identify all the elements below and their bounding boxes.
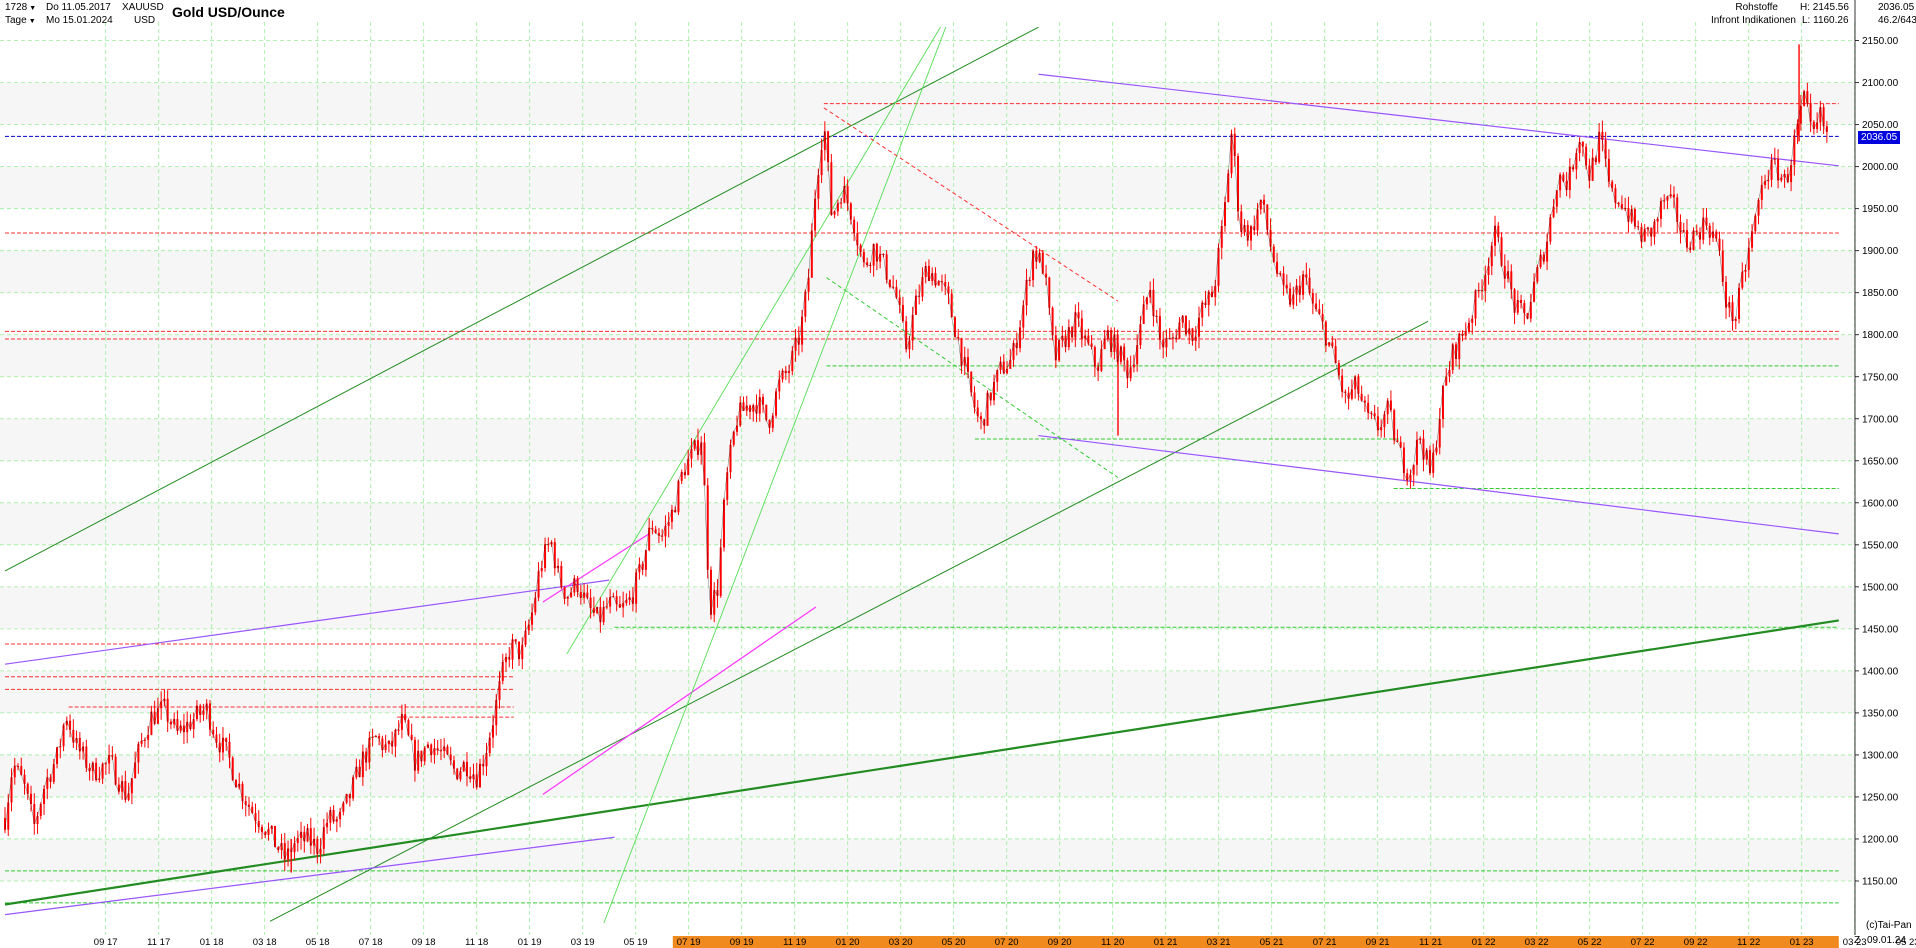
x-tick-label: 01 20 — [836, 937, 860, 948]
x-tick-label: 07 22 — [1631, 937, 1655, 948]
x-tick-label: 11 18 — [465, 937, 488, 948]
x-tick-label: 01 23 — [1790, 937, 1814, 948]
y-tick-label: 1650.00 — [1862, 456, 1899, 467]
y-tick-label: 1850.00 — [1862, 288, 1899, 299]
x-tick-label: 11 21 — [1419, 937, 1442, 948]
y-tick-label: 1450.00 — [1862, 624, 1899, 635]
y-tick-label: 2150.00 — [1862, 36, 1899, 47]
band-shade — [0, 334, 1855, 377]
chart-end-date: 09.01.24 — [1867, 935, 1906, 946]
period-selector[interactable]: Tage ▼ — [5, 15, 39, 28]
band-shade — [0, 586, 1855, 629]
y-tick-label: 2100.00 — [1862, 78, 1899, 89]
x-tick-label: 11 17 — [147, 937, 170, 948]
y-tick-label: 1950.00 — [1862, 204, 1899, 215]
candle-body — [1415, 439, 1418, 465]
price-chart[interactable]: 1150.00 1200.00 1250.00 1300.00 1350.00 1400.… — [0, 0, 1916, 948]
band-shade — [0, 502, 1855, 545]
x-tick-label: 09 21 — [1366, 937, 1390, 948]
y-tick-label: 2050.00 — [1862, 120, 1899, 131]
dropdown-caret-icon: ▼ — [28, 18, 36, 25]
bars-count: 1728 — [5, 2, 28, 13]
high-value: H: 2145.56 — [1800, 2, 1849, 13]
x-axis: 09 17 11 17 01 18 03 18 05 18 07 18 09 18 11 18… — [0, 936, 1916, 948]
band-shade — [0, 838, 1855, 881]
band-shade — [0, 250, 1855, 293]
bars-count-selector[interactable]: 1728 ▼ — [5, 2, 39, 15]
x-tick-label: 05 19 — [624, 937, 648, 948]
x-tick-label: 11 20 — [1101, 937, 1124, 948]
candle-body — [830, 162, 833, 215]
date-from: Do 11.05.2017 — [46, 2, 111, 13]
x-tick-label: 09 17 — [94, 937, 118, 948]
x-tick-label: 07 18 — [359, 937, 383, 948]
x-tick-label: 05 18 — [306, 937, 330, 948]
x-tick-label: 03 19 — [571, 937, 595, 948]
last-price-badge: 2036.05 — [1858, 131, 1901, 144]
y-tick-label: 1500.00 — [1862, 582, 1899, 593]
candle-body — [1025, 280, 1028, 306]
candle-body — [1220, 226, 1223, 248]
data-source: Infront Indikationen — [1710, 15, 1796, 26]
zoom-marker[interactable]: Z — [1854, 935, 1860, 947]
x-tick-label: 01 19 — [518, 937, 542, 948]
y-tick-label: 1600.00 — [1862, 498, 1899, 509]
x-tick-label: 09 22 — [1684, 937, 1708, 948]
x-tick-label: 11 19 — [783, 937, 806, 948]
y-tick-label: 2000.00 — [1862, 162, 1899, 173]
copyright: (c)Tai-Pan — [1866, 920, 1912, 931]
low-value: L: 1160.26 — [1802, 15, 1849, 26]
x-tick-label: 01 18 — [200, 937, 224, 948]
x-tick-label: 07 21 — [1313, 937, 1337, 948]
dropdown-caret-icon: ▼ — [29, 5, 37, 12]
symbol: XAUUSD — [122, 2, 164, 13]
x-tick-label: 05 22 — [1578, 937, 1602, 948]
y-tick-label: 1800.00 — [1862, 330, 1899, 341]
band-shade — [0, 418, 1855, 461]
y-tick-label: 1300.00 — [1862, 750, 1899, 761]
category: Rohstoffe — [1735, 2, 1778, 13]
x-tick-label: 01 21 — [1154, 937, 1178, 948]
instrument-title: Gold USD/Ounce — [172, 4, 285, 20]
y-tick-label: 1350.00 — [1862, 708, 1899, 719]
y-tick-label: 1250.00 — [1862, 792, 1899, 803]
y-tick-label: 1150.00 — [1862, 876, 1898, 887]
change-value: 46.2/643.6 — [1878, 15, 1916, 26]
x-tick-label: 09 20 — [1048, 937, 1072, 948]
y-tick-label: 1750.00 — [1862, 372, 1899, 383]
x-tick-label: 11 22 — [1737, 937, 1760, 948]
y-tick-label: 1550.00 — [1862, 540, 1899, 551]
y-tick-label: 1900.00 — [1862, 246, 1899, 257]
date-to: Mo 15.01.2024 — [46, 15, 113, 26]
candle-body — [1806, 91, 1809, 105]
candle-body — [1074, 312, 1077, 338]
y-tick-label: 1700.00 — [1862, 414, 1899, 425]
period-label: Tage — [5, 15, 27, 26]
currency: USD — [134, 15, 156, 26]
x-tick-label: 05 20 — [942, 937, 966, 948]
x-tick-label: 07 20 — [995, 937, 1019, 948]
x-tick-label: 01 22 — [1472, 937, 1496, 948]
x-tick-label: 09 18 — [412, 937, 436, 948]
x-tick-label: 09 19 — [730, 937, 754, 948]
y-tick-label: 1200.00 — [1862, 834, 1899, 845]
x-tick-label: 07 19 — [677, 937, 701, 948]
x-tick-label: 03 22 — [1525, 937, 1549, 948]
x-tick-label: 03 18 — [253, 937, 277, 948]
x-tick-label: 03 21 — [1207, 937, 1231, 948]
last-value: 2036.05 — [1878, 2, 1915, 13]
y-tick-label: 1400.00 — [1862, 666, 1899, 677]
x-tick-label: 03 20 — [889, 937, 913, 948]
x-tick-label: 05 21 — [1260, 937, 1284, 948]
